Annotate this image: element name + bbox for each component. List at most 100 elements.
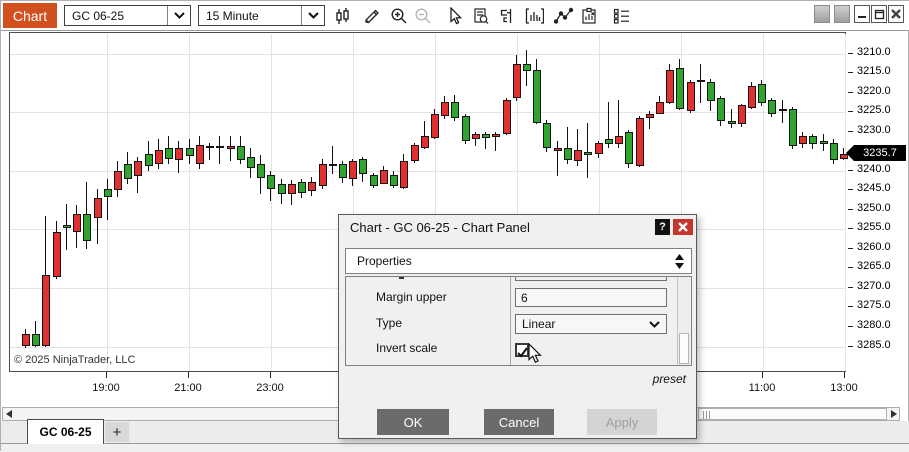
price-tick <box>848 228 853 229</box>
grid-column-divider <box>510 277 511 365</box>
close-icon[interactable] <box>888 5 904 23</box>
candle-wick <box>587 123 588 178</box>
minimize-button[interactable] <box>854 5 870 23</box>
cursor-icon[interactable] <box>444 6 464 26</box>
candle <box>574 150 582 161</box>
instrument-selector[interactable]: GC 06-25 <box>64 5 191 26</box>
properties-section-header[interactable]: Properties <box>345 248 692 274</box>
candle <box>63 225 71 228</box>
dialog-title-bar[interactable]: Chart - GC 06-25 - Chart Panel ? <box>339 215 696 239</box>
candle <box>441 102 449 116</box>
candle <box>124 164 132 179</box>
price-tick-label: 3275.0 <box>857 299 891 311</box>
candle <box>421 136 429 148</box>
price-tick-label: 3225.0 <box>857 104 891 116</box>
invert-scale-checkbox[interactable] <box>515 343 529 357</box>
price-tick-label: 3230.0 <box>857 124 891 136</box>
candle <box>370 175 378 186</box>
window-link-button-2[interactable] <box>834 5 850 23</box>
add-tab-button[interactable]: + <box>105 422 129 442</box>
chart-window-tab[interactable]: Chart <box>3 3 57 28</box>
candle <box>155 150 163 164</box>
scroll-left-arrow[interactable] <box>3 408 15 420</box>
candle <box>390 175 398 186</box>
dialog-close-icon[interactable] <box>673 219 693 235</box>
zoom-out-icon[interactable] <box>413 6 433 26</box>
candle <box>165 148 173 159</box>
time-tick-label: 23:00 <box>248 382 292 394</box>
scrollbar-thumb[interactable] <box>698 408 887 420</box>
candle <box>533 70 541 123</box>
candlestick-style-icon[interactable] <box>333 6 353 26</box>
candle <box>145 154 153 166</box>
type-label: Type <box>376 316 402 330</box>
candle-wick <box>731 109 732 128</box>
cancel-button[interactable]: Cancel <box>484 409 554 435</box>
candle-wick <box>557 141 558 176</box>
thumb-grip <box>709 411 710 419</box>
price-tick <box>848 287 853 288</box>
price-tick-label: 3255.0 <box>857 221 891 233</box>
time-tick <box>188 372 189 378</box>
help-button[interactable]: ? <box>655 219 670 235</box>
price-tick <box>848 111 853 112</box>
price-tick-label: 3265.0 <box>857 260 891 272</box>
grid-scrollbar[interactable] <box>677 277 690 365</box>
indicators-icon[interactable] <box>524 6 544 26</box>
draw-line-icon[interactable] <box>554 6 574 26</box>
candle <box>216 146 224 148</box>
candle <box>809 136 817 144</box>
price-axis[interactable]: 3210.03215.03220.03225.03230.03240.03245… <box>846 32 906 372</box>
candle <box>267 175 275 189</box>
scroll-right-arrow[interactable] <box>887 408 899 420</box>
margin-upper-input[interactable] <box>515 288 667 307</box>
drawing-pencil-icon[interactable] <box>362 6 382 26</box>
strategies-icon[interactable] <box>579 6 599 26</box>
candle <box>625 132 633 164</box>
mouse-cursor <box>528 343 542 369</box>
candle <box>707 82 715 101</box>
truncated-previous-label <box>399 277 404 279</box>
tab-gc-06-25[interactable]: GC 06-25 <box>27 419 104 444</box>
time-tick-label: 11:00 <box>740 382 784 394</box>
candle <box>308 182 316 191</box>
chevron-down-icon <box>167 6 190 25</box>
window-link-button-1[interactable] <box>814 5 830 23</box>
candle <box>349 161 357 179</box>
thumb-grip <box>706 411 707 419</box>
price-tick <box>848 306 853 307</box>
last-price-value: 3235.7 <box>854 145 906 161</box>
chart-trader-icon[interactable] <box>498 6 518 26</box>
price-tick-label: 3270.0 <box>857 280 891 292</box>
margin-upper-label: Margin upper <box>376 290 447 304</box>
data-series-icon[interactable] <box>471 6 491 26</box>
candle <box>503 100 511 134</box>
price-tick <box>848 346 853 347</box>
ok-button[interactable]: OK <box>377 409 449 435</box>
candle <box>247 157 255 168</box>
time-tick <box>762 372 763 378</box>
time-tick <box>844 372 845 378</box>
candle <box>451 102 459 118</box>
price-tick <box>848 189 853 190</box>
interval-selector[interactable]: 15 Minute <box>198 5 325 26</box>
candle-wick <box>332 146 333 174</box>
properties-list-icon[interactable] <box>612 6 632 26</box>
preset-link[interactable]: preset <box>653 372 686 386</box>
candle <box>830 143 838 160</box>
section-scroll-spinner[interactable] <box>670 254 688 269</box>
price-tick-label: 3250.0 <box>857 202 891 214</box>
candle <box>482 134 490 138</box>
candle <box>595 143 603 154</box>
checkmark-icon <box>517 347 528 358</box>
price-tick-label: 3240.0 <box>857 163 891 175</box>
time-tick-label: 21:00 <box>166 382 210 394</box>
apply-button-disabled[interactable]: Apply <box>587 409 657 435</box>
type-combobox[interactable]: Linear <box>515 314 667 334</box>
maximize-button[interactable] <box>871 5 887 23</box>
price-tick <box>848 267 853 268</box>
candle <box>53 232 61 277</box>
zoom-in-icon[interactable] <box>389 6 409 26</box>
chevron-down-icon <box>642 321 666 328</box>
grid-scrollbar-thumb[interactable] <box>679 333 689 364</box>
